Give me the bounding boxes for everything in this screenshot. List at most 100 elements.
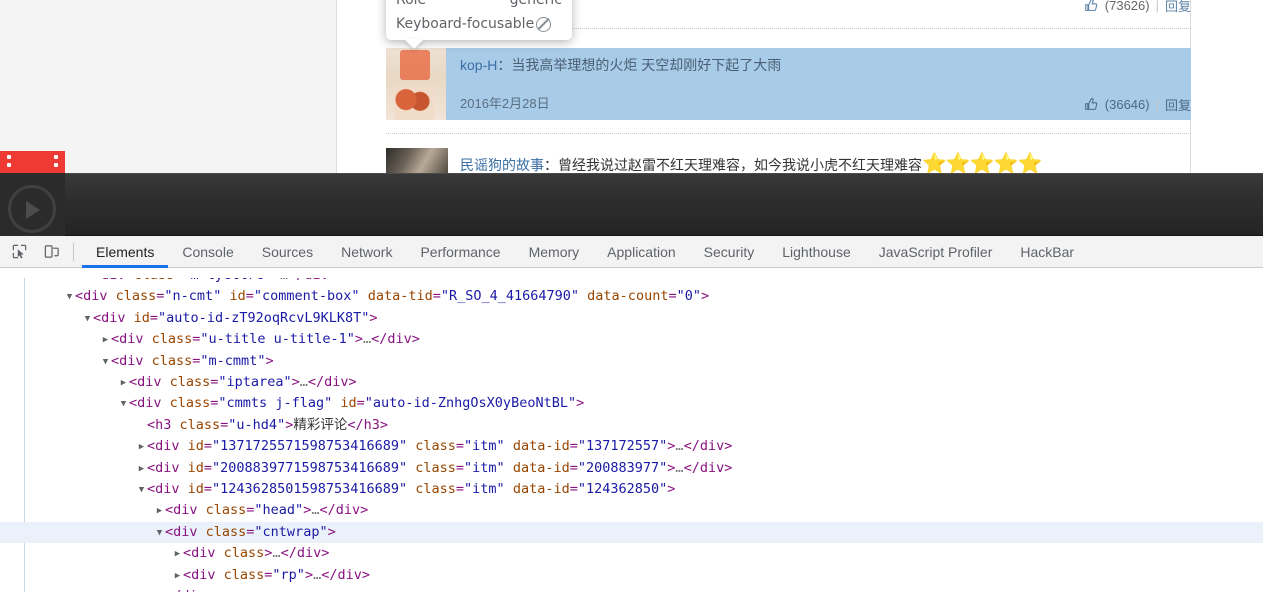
comment-row-selected[interactable]: kop-H：当我高举理想的火炬 天空却刚好下起了大雨 2016年2月28日 (3… — [386, 48, 1191, 120]
chevron-right-icon[interactable]: ▶ — [100, 330, 111, 351]
dom-token-attr: class — [223, 566, 265, 583]
tab-application[interactable]: Application — [593, 236, 690, 268]
tab-javascript-profiler[interactable]: JavaScript Profiler — [865, 236, 1007, 268]
dom-token-val: "rp" — [272, 566, 305, 583]
dom-token-val: "R_SO_4_41664790" — [440, 288, 580, 305]
dom-node-line[interactable]: ▶ <div id="2008839771598753416689" class=… — [0, 458, 1263, 479]
chevron-right-icon[interactable]: ▶ — [172, 566, 183, 587]
inspect-element-icon[interactable] — [6, 239, 32, 265]
not-allowed-icon — [536, 16, 552, 32]
tooltip-focus-row: Keyboard-focusable — [396, 12, 562, 36]
dom-token-attr: data-id — [512, 481, 570, 497]
page-gutter — [337, 0, 386, 174]
dom-token-tag: > — [291, 374, 300, 390]
devtools-panel: Elements Console Sources Network Performance… — [0, 236, 1263, 592]
tab-elements[interactable]: Elements — [82, 236, 169, 268]
reply-link[interactable]: 回复 — [1165, 95, 1191, 114]
chevron-down-icon[interactable]: ▼ — [100, 352, 111, 373]
dom-node-line[interactable]: <h3 class="u-hd4">精彩评论</h3> — [0, 415, 1263, 436]
dom-tree[interactable]: <div class="m-lyctlrc">…</div>▼<div clas… — [0, 268, 1263, 592]
dom-token-val: "cmmts j-flag" — [218, 395, 333, 412]
dom-token-tag: = — [569, 481, 578, 497]
dom-token-attr: class — [169, 395, 211, 412]
dom-node-line[interactable]: ▼ <div class="cntwrap"> — [0, 522, 1263, 543]
reply-link[interactable]: 回复 — [1165, 0, 1191, 15]
tab-sources[interactable]: Sources — [248, 236, 327, 268]
media-player-bar: Journey Capo Productions 00:00 / 0 — [0, 151, 1263, 402]
dom-token-tag: = — [149, 309, 159, 326]
dom-node-line[interactable]: ▼ <div id="1243628501598753416689" class=… — [0, 479, 1263, 500]
dom-token-val: "1243628501598753416689" — [212, 481, 408, 497]
dom-token-attr: class — [169, 374, 211, 390]
comment-body: kop-H：当我高举理想的火炬 天空却刚好下起了大雨 2016年2月28日 (3… — [460, 48, 1191, 120]
dom-node-line[interactable]: ▼ <div class="cmmts j-flag" id="auto-id-Z… — [0, 393, 1263, 414]
chevron-down-icon[interactable]: ▼ — [136, 480, 147, 501]
dom-token-tag: = — [455, 459, 465, 476]
chevron-down-icon[interactable]: ▼ — [64, 287, 75, 308]
tab-hackbar[interactable]: HackBar — [1006, 236, 1088, 268]
chevron-right-icon[interactable]: ▶ — [118, 373, 129, 394]
tab-performance[interactable]: Performance — [406, 236, 514, 268]
dom-token-tag: > — [369, 309, 378, 326]
device-toolbar-icon[interactable] — [38, 239, 64, 265]
dom-token-tag: <div — [165, 523, 206, 540]
dom-node-line[interactable]: ▶ <div class="head">…</div> — [0, 500, 1263, 521]
chevron-down-icon[interactable]: ▼ — [154, 523, 165, 544]
tab-memory[interactable]: Memory — [515, 236, 594, 268]
dom-token-attr: id — [133, 309, 150, 326]
tab-security[interactable]: Security — [690, 236, 769, 268]
dom-top-clip — [0, 268, 1263, 278]
tab-lighthouse[interactable]: Lighthouse — [768, 236, 865, 268]
dom-node-line[interactable]: </div> — [0, 586, 1263, 592]
comment-colon: ： — [544, 157, 558, 173]
devtools-toolbar: Elements Console Sources Network Performance… — [0, 236, 1263, 268]
dom-node-line[interactable]: ▶ <div class>…</div> — [0, 543, 1263, 564]
dom-token-ell: … — [675, 438, 684, 455]
dom-token-tag: <div — [75, 288, 116, 305]
dom-token-val: "124362850" — [577, 481, 668, 497]
chevron-down-icon[interactable]: ▼ — [118, 394, 129, 415]
dom-token-attr: class — [179, 416, 221, 433]
dom-token-attr: id — [187, 459, 204, 476]
dom-node-line[interactable]: ▶ <div id="1371725571598753416689" class=… — [0, 436, 1263, 457]
dom-token-attr: class — [223, 545, 265, 562]
dom-node-line[interactable]: ▼ <div class="n-cmt" id="comment-box" dat… — [0, 286, 1263, 307]
chevron-right-icon[interactable]: ▶ — [154, 501, 165, 522]
dom-token-attr: id — [229, 288, 246, 305]
dom-token-tag: > — [700, 288, 710, 305]
dom-token-tag: <div — [147, 438, 188, 455]
dom-token-tag — [505, 438, 513, 454]
comment-date: 2016年2月28日 — [460, 96, 550, 111]
comment-row-bottom: 民谣狗的故事：曾经我说过赵雷不红天理难容，如今我说小虎不红天理难容⭐⭐⭐⭐⭐ — [386, 148, 1191, 176]
avatar[interactable] — [386, 48, 446, 120]
chevron-right-icon[interactable]: ▶ — [136, 459, 147, 480]
dom-token-attr: id — [340, 395, 357, 412]
dom-node-line[interactable]: ▶ <div class="u-title u-title-1">…</div> — [0, 329, 1263, 350]
dom-node-line[interactable]: ▼ <div class="m-cmmt"> — [0, 351, 1263, 372]
tab-console[interactable]: Console — [168, 236, 247, 268]
chevron-down-icon[interactable]: ▼ — [82, 309, 93, 330]
dom-token-tag: <div — [93, 309, 134, 326]
dom-token-tag: </div> — [683, 438, 733, 455]
thumbs-up-icon[interactable] — [1084, 97, 1099, 112]
dom-token-tag: </div> — [683, 459, 733, 476]
dom-token-tag: = — [245, 288, 254, 305]
comment-username[interactable]: kop-H — [460, 57, 497, 73]
dom-token-tag: = — [356, 395, 365, 412]
dom-token-attr: data-count — [587, 288, 669, 305]
comment-username[interactable]: 民谣狗的故事 — [460, 157, 544, 173]
dom-token-val: "itm" — [464, 481, 505, 497]
dom-node-line[interactable]: ▶ <div class="iptarea">…</div> — [0, 372, 1263, 393]
avatar[interactable] — [386, 148, 448, 176]
dom-token-val: "auto-id-ZnhgOsX0yBeoNtBL" — [364, 395, 577, 412]
dom-token-tag: = — [455, 438, 465, 455]
dom-token-tag: </div> — [165, 588, 214, 592]
dom-node-line[interactable]: ▼ <div id="auto-id-zT92oqRcvL9KLK8T"> — [0, 308, 1263, 329]
thumbs-up-icon[interactable] — [1084, 0, 1099, 13]
chevron-right-icon[interactable]: ▶ — [136, 437, 147, 458]
dom-token-tag: > — [667, 481, 676, 497]
action-separator: | — [1155, 0, 1159, 13]
chevron-right-icon[interactable]: ▶ — [172, 544, 183, 565]
dom-node-line[interactable]: ▶ <div class="rp">…</div> — [0, 565, 1263, 586]
tab-network[interactable]: Network — [327, 236, 406, 268]
